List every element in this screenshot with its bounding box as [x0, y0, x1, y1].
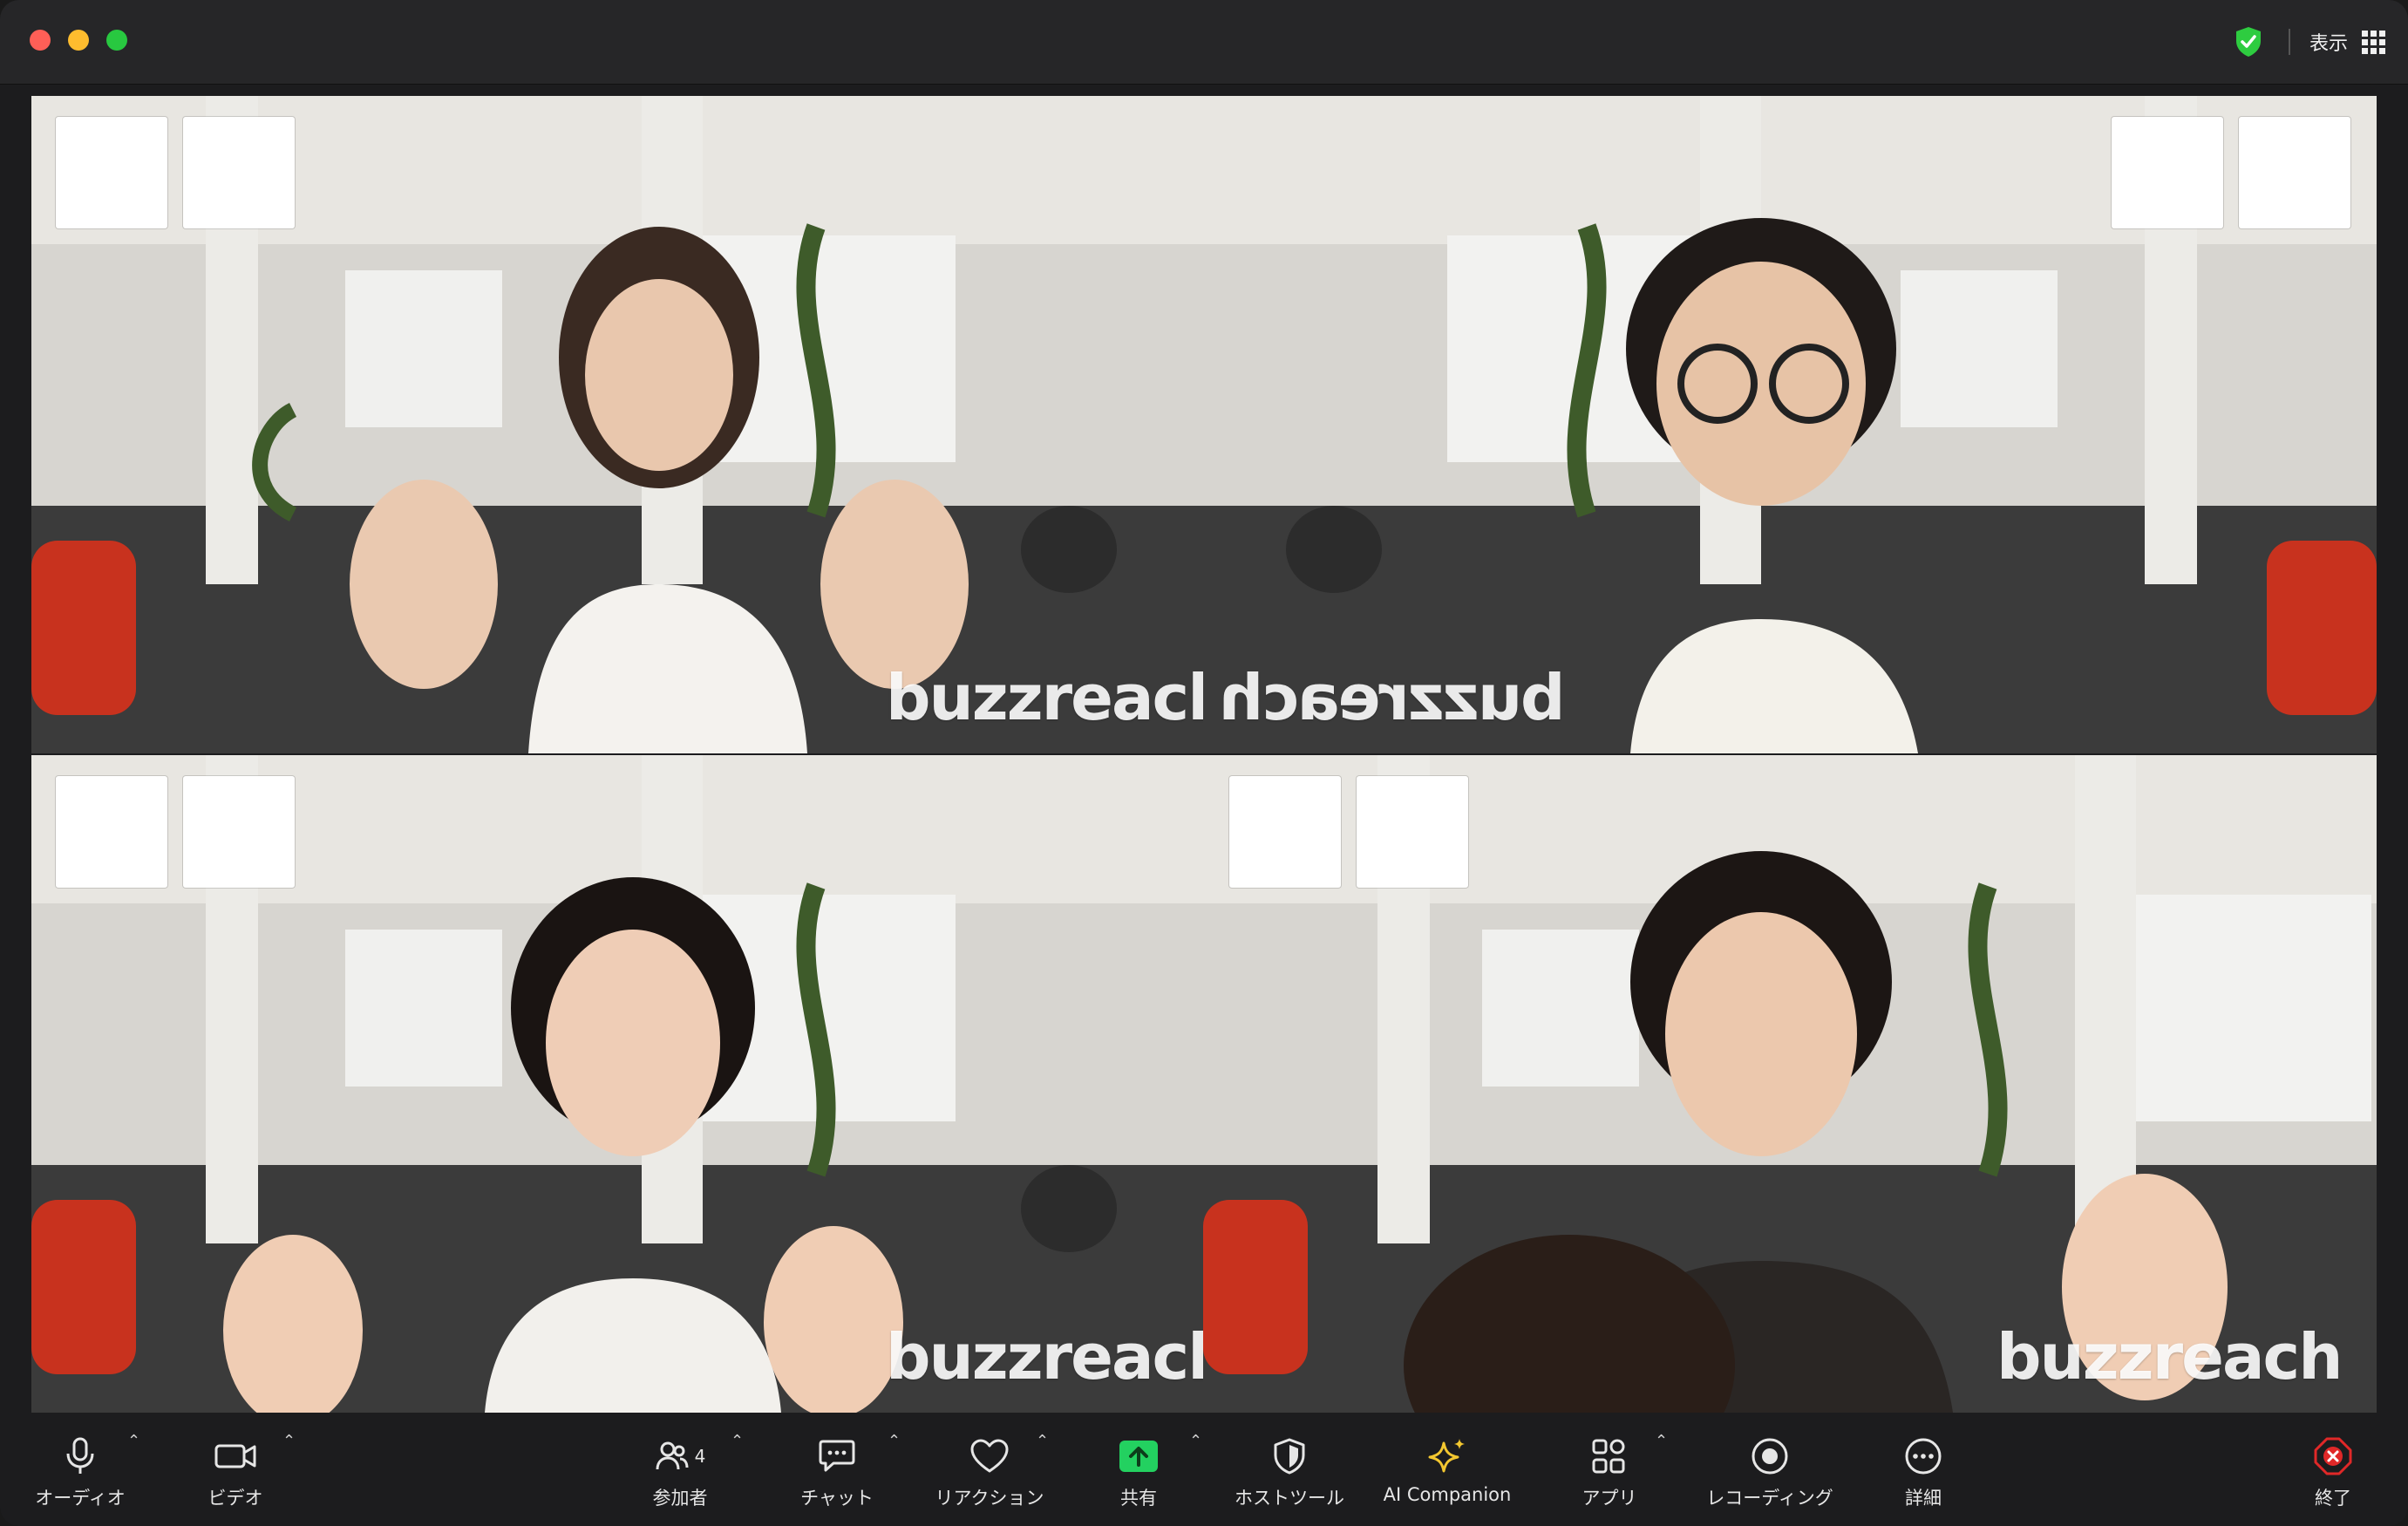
end-meeting-button[interactable]: 終了: [2281, 1432, 2385, 1516]
title-bar-controls: 表示: [2228, 23, 2385, 61]
participants-options-chevron-icon[interactable]: ⌃: [731, 1432, 744, 1450]
chat-button[interactable]: チャット: [785, 1432, 889, 1516]
details-label: 詳細: [1905, 1488, 1942, 1509]
chat-label: チャット: [800, 1488, 874, 1509]
ai-companion-button[interactable]: AI Companion: [1369, 1432, 1526, 1516]
qr-code: [2112, 117, 2223, 228]
sparkle-icon: [1426, 1432, 1468, 1481]
qr-code-group: [1229, 776, 1468, 888]
title-bar: 表示: [0, 0, 2408, 85]
video-camera-icon: [214, 1432, 257, 1481]
grid-view-icon: [2362, 30, 2385, 54]
audio-options-chevron-icon[interactable]: ⌃: [127, 1432, 140, 1450]
host-tools-label: ホストツール: [1235, 1488, 1344, 1509]
brand-watermark: buzzreach: [1221, 661, 1566, 734]
view-label: 表示: [2309, 33, 2348, 55]
qr-code: [1357, 776, 1468, 888]
participant-tile-4[interactable]: buzzreach: [1203, 755, 2377, 1413]
brand-watermark: buzzreach: [886, 1320, 1203, 1393]
apps-icon: [1590, 1432, 1629, 1481]
heart-icon: [969, 1432, 1010, 1481]
apps-label: アプリ: [1582, 1488, 1637, 1509]
meeting-toolbar: オーディオ ⌃ ビデオ ⌃ 4 参加者 ⌃ チャット ⌃ リアクション ⌃ 共有…: [0, 1420, 2408, 1526]
view-button[interactable]: 表示: [2309, 28, 2385, 56]
microphone-icon: [63, 1432, 98, 1481]
qr-code: [183, 776, 295, 888]
video-gallery: buzzreach buzzreach buzzreach buzzreach: [31, 96, 2377, 1413]
share-screen-icon: [1118, 1432, 1160, 1481]
qr-code: [1229, 776, 1341, 888]
encryption-shield-icon[interactable]: [2228, 23, 2269, 61]
title-bar-divider: [2288, 29, 2290, 55]
chat-options-chevron-icon[interactable]: ⌃: [888, 1432, 901, 1450]
qr-code: [56, 776, 167, 888]
more-dots-icon: [1903, 1432, 1943, 1481]
chat-bubble-icon: [818, 1432, 856, 1481]
video-button[interactable]: ビデオ: [183, 1432, 288, 1516]
reactions-label: リアクション: [935, 1488, 1044, 1509]
ai-companion-label: AI Companion: [1383, 1484, 1512, 1505]
more-details-button[interactable]: 詳細: [1871, 1432, 1976, 1516]
video-label: ビデオ: [207, 1488, 263, 1509]
share-screen-button[interactable]: 共有: [1086, 1432, 1191, 1516]
brand-watermark: buzzreach: [1996, 1320, 2343, 1393]
share-options-chevron-icon[interactable]: ⌃: [1189, 1432, 1202, 1450]
zoom-window-button[interactable]: [106, 30, 127, 51]
participants-icon-group: 4: [655, 1432, 706, 1481]
participants-label: 参加者: [652, 1488, 708, 1509]
minimize-window-button[interactable]: [68, 30, 89, 51]
share-label: 共有: [1120, 1488, 1157, 1509]
brand-watermark: buzzreach: [886, 661, 1203, 734]
apps-button[interactable]: アプリ: [1557, 1432, 1662, 1516]
video-options-chevron-icon[interactable]: ⌃: [282, 1432, 296, 1450]
qr-code-group: [2112, 117, 2350, 228]
recording-label: レコーディング: [1706, 1488, 1833, 1509]
qr-code-group: [56, 117, 295, 228]
participants-count: 4: [694, 1446, 706, 1467]
recording-button[interactable]: レコーディング: [1691, 1432, 1848, 1516]
apps-options-chevron-icon[interactable]: ⌃: [1655, 1432, 1668, 1450]
host-shield-icon: [1272, 1432, 1307, 1481]
audio-label: オーディオ: [35, 1488, 126, 1509]
audio-button[interactable]: オーディオ: [24, 1432, 136, 1516]
reactions-options-chevron-icon[interactable]: ⌃: [1036, 1432, 1049, 1450]
zoom-meeting-window: 表示 buzzreach buzzreach buzzreach buzzrea…: [0, 0, 2408, 1526]
end-meeting-icon: [2313, 1432, 2353, 1481]
qr-code: [56, 117, 167, 228]
qr-code: [2239, 117, 2350, 228]
participants-button[interactable]: 4 参加者: [628, 1432, 732, 1516]
record-icon: [1750, 1432, 1790, 1481]
participants-icon: [656, 1441, 689, 1470]
end-label: 終了: [2315, 1488, 2351, 1509]
participant-tile-1[interactable]: buzzreach: [31, 96, 1203, 753]
qr-code: [183, 117, 295, 228]
host-tools-button[interactable]: ホストツール: [1224, 1432, 1355, 1516]
participant-tile-3[interactable]: buzzreach: [31, 755, 1203, 1413]
qr-code-group: [56, 776, 295, 888]
participant-tile-2[interactable]: buzzreach: [1203, 96, 2377, 753]
close-window-button[interactable]: [30, 30, 51, 51]
